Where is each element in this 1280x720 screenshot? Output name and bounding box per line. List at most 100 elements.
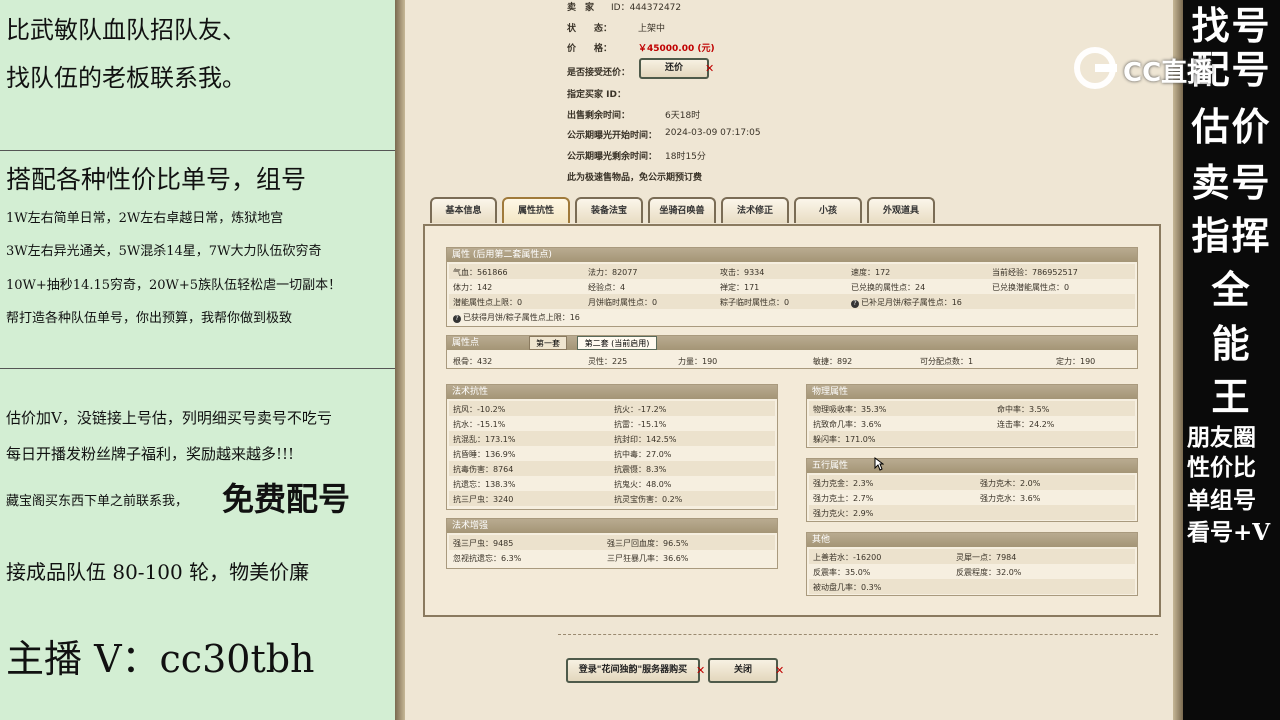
attr-supplemented: ? 已补足月饼/粽子属性点：16 (851, 297, 962, 308)
resist-stat: 抗水：-15.1% (453, 420, 506, 429)
resist-stat: 抗三尸虫：3240 (453, 495, 514, 504)
resist-stat: 抗遗忘：138.3% (453, 480, 516, 489)
tab-mounts-pets[interactable]: 坐骑召唤兽 (648, 197, 716, 223)
divider (0, 368, 395, 369)
attr-exchanged-potential: 已兑换潜能属性点：0 (992, 283, 1070, 292)
service-line-3: 10W+抽秒14.15穷奇，20W+5族队伍轻松虐一切副本！ (6, 278, 342, 293)
bargain-button[interactable]: 还价 (639, 58, 709, 79)
elements-stat: 强力克水：3.6% (980, 494, 1041, 503)
enhance-stat: 强三尸虫：9485 (453, 539, 514, 548)
tab-basic-info[interactable]: 基本信息 (430, 197, 497, 223)
service-line-1: 1W左右简单日常，2W左右卓越日常，炼狱地宫 (6, 211, 284, 226)
others-header: 其他 (807, 533, 1137, 547)
promo-side-banner: 找号 配号 估价 卖号 指挥 全 能 王 朋友圈 性价比 单组号 看号+V (1183, 0, 1280, 720)
info-line-4: 接成品队伍 80-100 轮，物美价廉 (6, 560, 310, 584)
attr-speed: 速度：172 (851, 268, 891, 277)
window-frame-left (395, 0, 405, 720)
promo-line-sell: 卖号 (1191, 160, 1272, 205)
streamer-contact: 主播 V：cc30tbh (6, 637, 315, 681)
subtab-set-2[interactable]: 第二套 (当前启用) (577, 336, 657, 350)
promo-small-4: 看号+V (1187, 519, 1271, 546)
physical-stat: 连击率：24.2% (997, 420, 1055, 429)
spell-enhance-header: 法术增强 (447, 519, 777, 533)
attributes-panel: 属性 (后用第二套属性点) 气血：561866 法力：82077 攻击：9334… (423, 224, 1161, 617)
service-line-4: 帮打造各种队伍单号，你出预算，我帮你做到极致 (6, 311, 293, 326)
bargain-label: 是否接受还价： (567, 68, 631, 78)
resist-stat: 抗毒伤害：8764 (453, 465, 514, 474)
enhance-stat: 强三尸回血度：96.5% (607, 539, 689, 548)
others-stat: 反震程度：32.0% (956, 568, 1022, 577)
cc-logo-icon (1074, 47, 1117, 89)
points-def: 定力：190 (1056, 357, 1096, 366)
seller-label: 卖 家 (567, 3, 595, 13)
service-line-2: 3W左右异光通关，5W混杀14星，7W大力队伍砍穷奇 (6, 244, 322, 259)
attr-exchanged-points: 已兑换的属性点：24 (851, 283, 926, 292)
elements-stat: 强力克金：2.3% (813, 479, 874, 488)
tab-equipment[interactable]: 装备法宝 (575, 197, 643, 223)
close-x-icon[interactable]: ✕ (775, 664, 784, 677)
footer-divider (558, 634, 1158, 635)
points-str: 力量：190 (678, 357, 718, 366)
attr-zongzi-temp: 粽子临时属性点：0 (720, 298, 790, 307)
promo-line-command: 指挥 (1191, 213, 1272, 258)
login-server-buy-button[interactable]: 登录"花间独韵"服务器购买 (566, 658, 700, 683)
subtab-set-1[interactable]: 第一套 (529, 336, 567, 350)
promo-char-1: 全 (1211, 267, 1252, 312)
attr-zen: 禅定：171 (720, 283, 760, 292)
publicity-remain-value: 18时15分 (665, 152, 706, 162)
publicity-start-value: 2024-03-09 07:17:05 (665, 128, 761, 138)
elements-stat: 强力克火：2.9% (813, 509, 874, 518)
remain-time-value: 6天18时 (665, 111, 701, 121)
resist-stat: 抗雷：-15.1% (614, 420, 667, 429)
promo-small-3: 单组号 (1187, 487, 1256, 514)
tab-spell-mods[interactable]: 法术修正 (721, 197, 789, 223)
attr-exp: 当前经验：786952517 (992, 268, 1078, 277)
physical-stat: 躲闪率：171.0% (813, 435, 876, 444)
tab-appearance[interactable]: 外观道具 (867, 197, 935, 223)
status-label: 状 态： (567, 24, 613, 34)
elements-stat: 强力克木：2.0% (980, 479, 1041, 488)
promo-small-2: 性价比 (1187, 454, 1256, 481)
attr-exp-points: 经验点：4 (588, 283, 626, 292)
close-button[interactable]: 关闭 (708, 658, 778, 683)
help-icon[interactable]: ? (453, 315, 461, 323)
others-stat: 灵犀一点：7984 (956, 553, 1017, 562)
resist-stat: 抗封印：142.5% (614, 435, 677, 444)
points-spirit: 灵性：225 (588, 357, 628, 366)
tab-children[interactable]: 小孩 (794, 197, 862, 223)
publicity-remain-label: 公示期曝光剩余时间： (567, 152, 658, 162)
resist-stat: 抗混乱：173.1% (453, 435, 516, 444)
resist-stat: 抗鬼火：48.0% (614, 480, 672, 489)
attr-hp: 气血：561866 (453, 268, 508, 277)
spell-resist-box: 法术抗性 抗风：-10.2% 抗火：-17.2% 抗水：-15.1% 抗雷：-15.1… (446, 384, 778, 510)
resist-stat: 抗中毒：27.0% (614, 450, 672, 459)
physical-stat: 抗致命几率：3.6% (813, 420, 882, 429)
bargain-close-icon[interactable]: ✕ (705, 62, 714, 75)
buyer-id-label: 指定买家 ID： (567, 90, 626, 100)
login-close-icon[interactable]: ✕ (696, 664, 705, 677)
enhance-stat: 忽视抗遗忘：6.3% (453, 554, 522, 563)
resist-stat: 抗风：-10.2% (453, 405, 506, 414)
cc-live-text: CC直播 (1123, 58, 1214, 88)
tab-attributes[interactable]: 属性抗性 (502, 197, 570, 223)
attributes-box: 属性 (后用第二套属性点) 气血：561866 法力：82077 攻击：9334… (446, 247, 1138, 327)
remain-time-label: 出售剩余时间： (567, 111, 631, 121)
game-window: 卖 家 ID：444372472 状 态： 上架中 价 格： ￥45000.00… (395, 0, 1183, 720)
attributes-header: 属性 (后用第二套属性点) (447, 248, 1137, 262)
price-label: 价 格： (567, 44, 613, 54)
service-headline: 搭配各种性价比单号，组号 (6, 165, 307, 194)
attr-potential-cap: 潜能属性点上限：0 (453, 298, 523, 307)
spell-enhance-box: 法术增强 强三尸虫：9485 强三尸回血度：96.5% 忽视抗遗忘：6.3% 三尸狂暴… (446, 518, 778, 569)
elements-stat: 强力克土：2.7% (813, 494, 874, 503)
points-free: 可分配点数：1 (920, 357, 974, 366)
physical-box: 物理属性 物理吸收率：35.3% 命中率：3.5% 抗致命几率：3.6% 连击率：24… (806, 384, 1138, 448)
promo-small-1: 朋友圈 (1187, 424, 1256, 451)
mouse-cursor-icon (874, 457, 884, 471)
help-icon[interactable]: ? (851, 300, 859, 308)
divider (0, 150, 395, 151)
status-value: 上架中 (638, 24, 666, 34)
seller-value: ID：444372472 (611, 3, 682, 13)
fast-sale-notice: 此为极速售物品，免公示期预订费 (567, 173, 703, 183)
elements-box: 五行属性 强力克金：2.3% 强力克木：2.0% 强力克土：2.7% 强力克水：3.6… (806, 458, 1138, 522)
info-line-3: 藏宝阁买东西下单之前联系我， (6, 494, 189, 509)
